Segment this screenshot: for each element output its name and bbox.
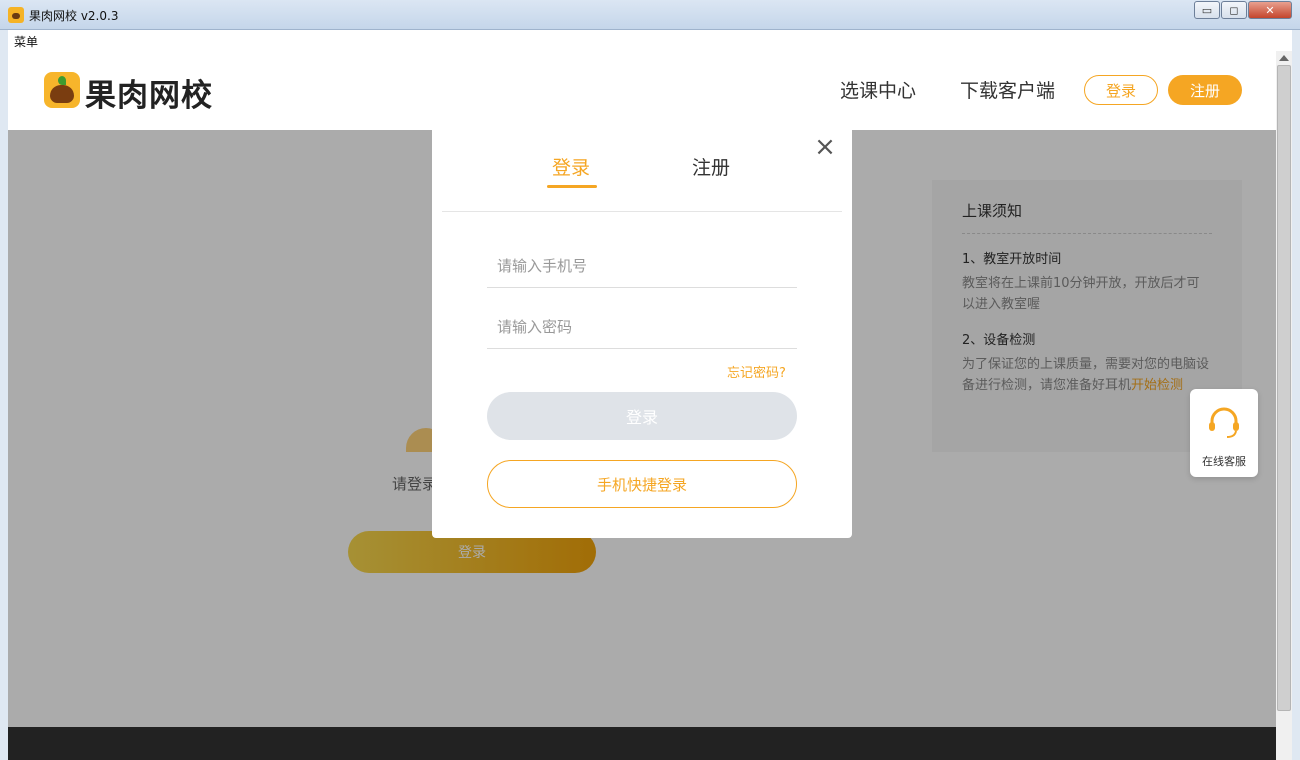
nav-download-client[interactable]: 下载客户端	[960, 76, 1055, 103]
phone-field	[487, 244, 797, 288]
window-border-right	[1292, 30, 1300, 760]
window-titlebar: 果肉网校 v2.0.3 ▭ ◻ ✕	[0, 0, 1300, 30]
site-header: 果肉网校 选课中心 下载客户端 登录 注册	[8, 51, 1276, 130]
logo-face-icon	[50, 85, 74, 103]
maximize-button[interactable]: ◻	[1221, 1, 1247, 19]
password-field	[487, 305, 797, 349]
content-area: 果肉网校 选课中心 下载客户端 登录 注册 请登录 登录 上课须知 1、教室开放…	[8, 51, 1276, 760]
scroll-up-arrow-icon[interactable]	[1279, 55, 1289, 61]
window-controls: ▭ ◻ ✕	[1193, 1, 1292, 19]
password-input[interactable]	[487, 305, 797, 348]
tab-login[interactable]: 登录	[552, 153, 590, 180]
phone-input[interactable]	[487, 244, 797, 287]
online-service-button[interactable]: 在线客服	[1190, 389, 1258, 477]
header-register-button[interactable]: 注册	[1168, 75, 1242, 105]
vertical-scrollbar[interactable]	[1276, 51, 1292, 760]
nav-course-center[interactable]: 选课中心	[840, 76, 916, 103]
logo-icon	[44, 72, 80, 108]
scroll-thumb[interactable]	[1277, 65, 1291, 711]
leaf-icon	[58, 76, 66, 85]
close-window-button[interactable]: ✕	[1248, 1, 1292, 19]
active-tab-indicator	[547, 185, 597, 188]
window-title: 果肉网校 v2.0.3	[29, 9, 119, 23]
app-icon	[8, 7, 24, 23]
tab-register[interactable]: 注册	[692, 153, 730, 180]
modal-login-button[interactable]: 登录	[487, 392, 797, 440]
window-border-left	[0, 30, 8, 760]
menubar: 菜单	[8, 30, 1292, 51]
login-modal: × 登录 注册 忘记密码? 登录 手机快捷登录	[432, 130, 852, 538]
tab-divider	[442, 211, 842, 212]
phone-quick-login-button[interactable]: 手机快捷登录	[487, 460, 797, 508]
close-icon[interactable]: ×	[812, 134, 838, 160]
logo-text[interactable]: 果肉网校	[85, 70, 213, 115]
forgot-password-link[interactable]: 忘记密码?	[727, 362, 786, 381]
service-label: 在线客服	[1202, 455, 1246, 468]
minimize-button[interactable]: ▭	[1194, 1, 1220, 19]
header-login-button[interactable]: 登录	[1084, 75, 1158, 105]
headset-icon	[1209, 407, 1239, 438]
menu-item[interactable]: 菜单	[14, 33, 38, 50]
